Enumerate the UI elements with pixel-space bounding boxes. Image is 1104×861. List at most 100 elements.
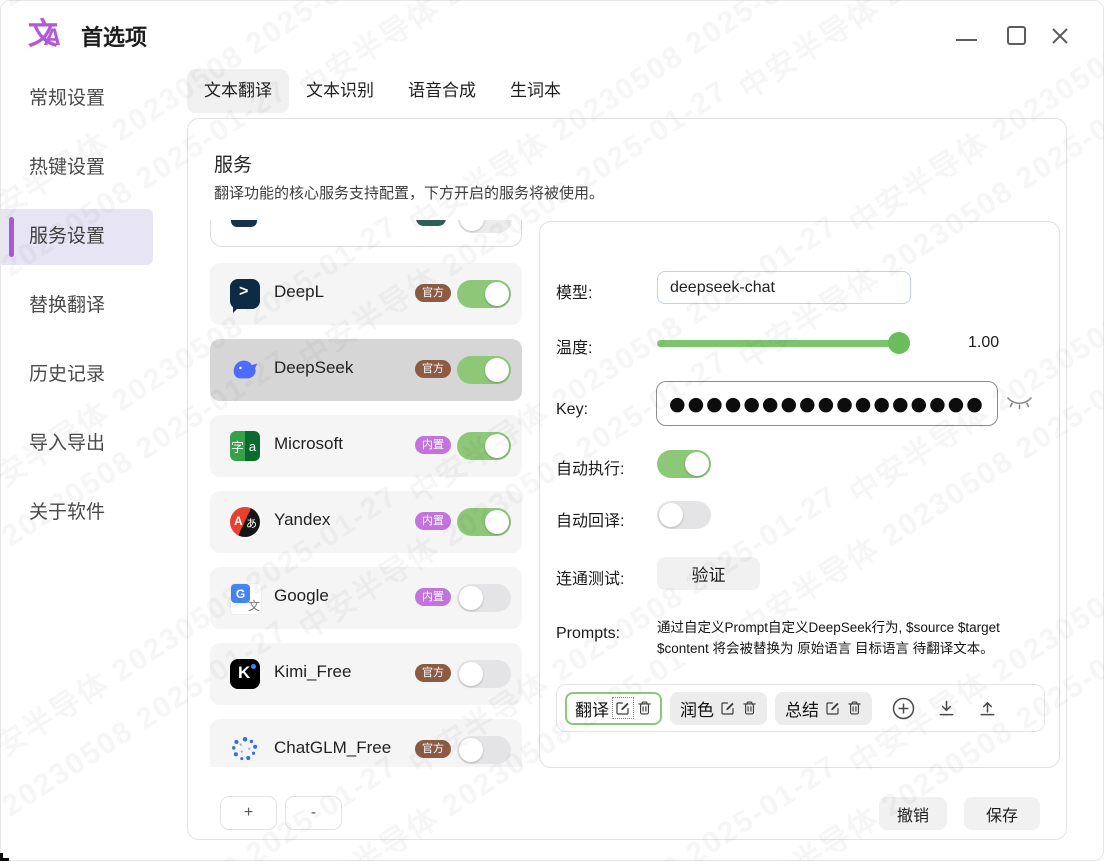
temperature-value: 1.00: [968, 334, 999, 352]
service-badge: 内置: [415, 512, 451, 530]
auto-execute-toggle[interactable]: [657, 450, 711, 478]
edit-prompt-icon[interactable]: [720, 700, 736, 716]
sidebar-item-1[interactable]: 常规设置: [1, 71, 187, 127]
tab-4[interactable]: 生词本: [493, 69, 578, 113]
add-prompt-button[interactable]: [892, 697, 915, 720]
toggle-knob: [459, 738, 483, 762]
sidebar-item-2[interactable]: 热键设置: [1, 140, 187, 196]
selected-accent-bar: [9, 217, 14, 257]
sidebar-item-label: 服务设置: [29, 226, 105, 247]
temperature-slider[interactable]: [657, 332, 907, 354]
toggle-knob: [485, 358, 509, 382]
maximize-button[interactable]: [1007, 26, 1026, 45]
toggle-knob: [485, 282, 509, 306]
sidebar: 常规设置热键设置服务设置替换翻译历史记录导入导出关于软件: [1, 71, 187, 554]
service-enable-toggle[interactable]: [457, 508, 511, 536]
save-button[interactable]: 保存: [964, 797, 1040, 830]
deepseek-icon: [230, 355, 260, 385]
service-enable-toggle[interactable]: [457, 584, 511, 612]
service-badge: 官方: [415, 664, 451, 682]
plus-circle-icon: [892, 697, 915, 720]
model-input[interactable]: [657, 271, 911, 304]
slider-handle[interactable]: [888, 332, 910, 354]
service-enable-toggle[interactable]: [457, 736, 511, 764]
model-label: 模型:: [556, 279, 592, 303]
sidebar-item-label: 历史记录: [29, 364, 105, 385]
service-enable-toggle[interactable]: [457, 432, 511, 460]
export-prompts-button[interactable]: [978, 699, 997, 718]
reveal-key-eye-icon[interactable]: [1006, 396, 1033, 411]
service-name: Google: [274, 586, 329, 606]
toggle-knob: [485, 434, 509, 458]
auto-back-translate-toggle[interactable]: [657, 501, 711, 529]
service-badge: 官方: [415, 360, 451, 378]
service-icon-wrap: K: [230, 659, 260, 689]
prompt-chip-2[interactable]: 润色: [670, 692, 767, 725]
service-enable-toggle[interactable]: [457, 660, 511, 688]
sidebar-item-label: 导入导出: [29, 433, 105, 454]
verify-button[interactable]: 验证: [657, 557, 760, 590]
prompt-chip-1[interactable]: 翻译: [565, 692, 662, 725]
sidebar-item-label: 关于软件: [29, 502, 105, 523]
edit-prompt-icon[interactable]: [825, 700, 841, 716]
temperature-label: 温度:: [556, 334, 592, 358]
delete-prompt-icon[interactable]: [847, 700, 862, 716]
service-badge: 内置: [415, 436, 451, 454]
titlebar: 文A 首选项: [1, 1, 1103, 67]
service-row-deepseek[interactable]: DeepSeek 官方: [210, 339, 522, 401]
delete-prompt-icon[interactable]: [742, 700, 757, 716]
section-title: 服务: [214, 150, 252, 177]
tab-2[interactable]: 文本识别: [289, 69, 391, 113]
sidebar-item-6[interactable]: 导入导出: [1, 416, 187, 472]
api-key-input[interactable]: [656, 381, 998, 426]
auto-back-translate-label: 自动回译:: [556, 507, 624, 531]
service-icon-wrap: G文: [230, 583, 260, 613]
sidebar-item-3[interactable]: 服务设置: [1, 209, 153, 265]
add-service-button[interactable]: +: [220, 796, 277, 830]
sidebar-item-5[interactable]: 历史记录: [1, 347, 187, 403]
service-badge: 官方: [415, 284, 451, 302]
service-row-chatglm_free[interactable]: ChatGLM_Free官方: [210, 719, 522, 767]
prompt-chip-label: 润色: [680, 696, 714, 721]
service-name: Microsoft: [274, 434, 343, 454]
service-row-kimi_free[interactable]: KKimi_Free官方: [210, 643, 522, 705]
prompts-label: Prompts:: [556, 625, 620, 643]
yandex-icon: Aあ: [230, 507, 260, 537]
service-enable-toggle[interactable]: [457, 280, 511, 308]
service-enable-toggle[interactable]: [457, 356, 511, 384]
sidebar-item-7[interactable]: 关于软件: [1, 485, 187, 541]
service-badge: 内置: [415, 588, 451, 606]
chatglm-icon: [230, 735, 260, 765]
edit-prompt-icon[interactable]: [615, 700, 631, 716]
service-row-partial[interactable]: [210, 220, 522, 247]
service-name: Yandex: [274, 510, 330, 530]
service-icon-wrap: Aあ: [230, 507, 260, 537]
upload-icon: [978, 699, 997, 718]
import-prompts-button[interactable]: [937, 699, 956, 718]
service-row-microsoft[interactable]: 字aMicrosoft内置: [210, 415, 522, 477]
sidebar-item-4[interactable]: 替换翻译: [1, 278, 187, 334]
remove-service-button[interactable]: -: [285, 796, 342, 830]
minimize-button[interactable]: [956, 39, 977, 41]
slider-track[interactable]: [657, 340, 907, 347]
toggle-knob: [659, 503, 683, 527]
service-row-google[interactable]: G文 Google 内置: [210, 567, 522, 629]
tab-bar: 文本翻译文本识别语音合成生词本: [187, 69, 578, 113]
tab-3[interactable]: 语音合成: [391, 69, 493, 113]
delete-prompt-icon[interactable]: [637, 700, 652, 716]
service-row-yandex[interactable]: Aあ Yandex 内置: [210, 491, 522, 553]
auto-execute-label: 自动执行:: [556, 455, 624, 479]
service-icon-wrap: [230, 735, 260, 765]
sidebar-item-label: 热键设置: [29, 157, 105, 178]
service-row-deepl[interactable]: >DeepL官方: [210, 263, 522, 325]
tab-1[interactable]: 文本翻译: [187, 69, 289, 113]
kimi-icon: K: [230, 659, 260, 689]
sidebar-item-label: 常规设置: [29, 88, 105, 109]
prompt-chip-3[interactable]: 总结: [775, 692, 872, 725]
service-toggle-fragment: [458, 220, 512, 233]
google-translate-icon: G文: [230, 583, 262, 615]
close-button[interactable]: [1049, 25, 1071, 47]
undo-button[interactable]: 撤销: [879, 797, 947, 830]
download-icon: [937, 699, 956, 718]
service-name: DeepSeek: [274, 358, 353, 378]
